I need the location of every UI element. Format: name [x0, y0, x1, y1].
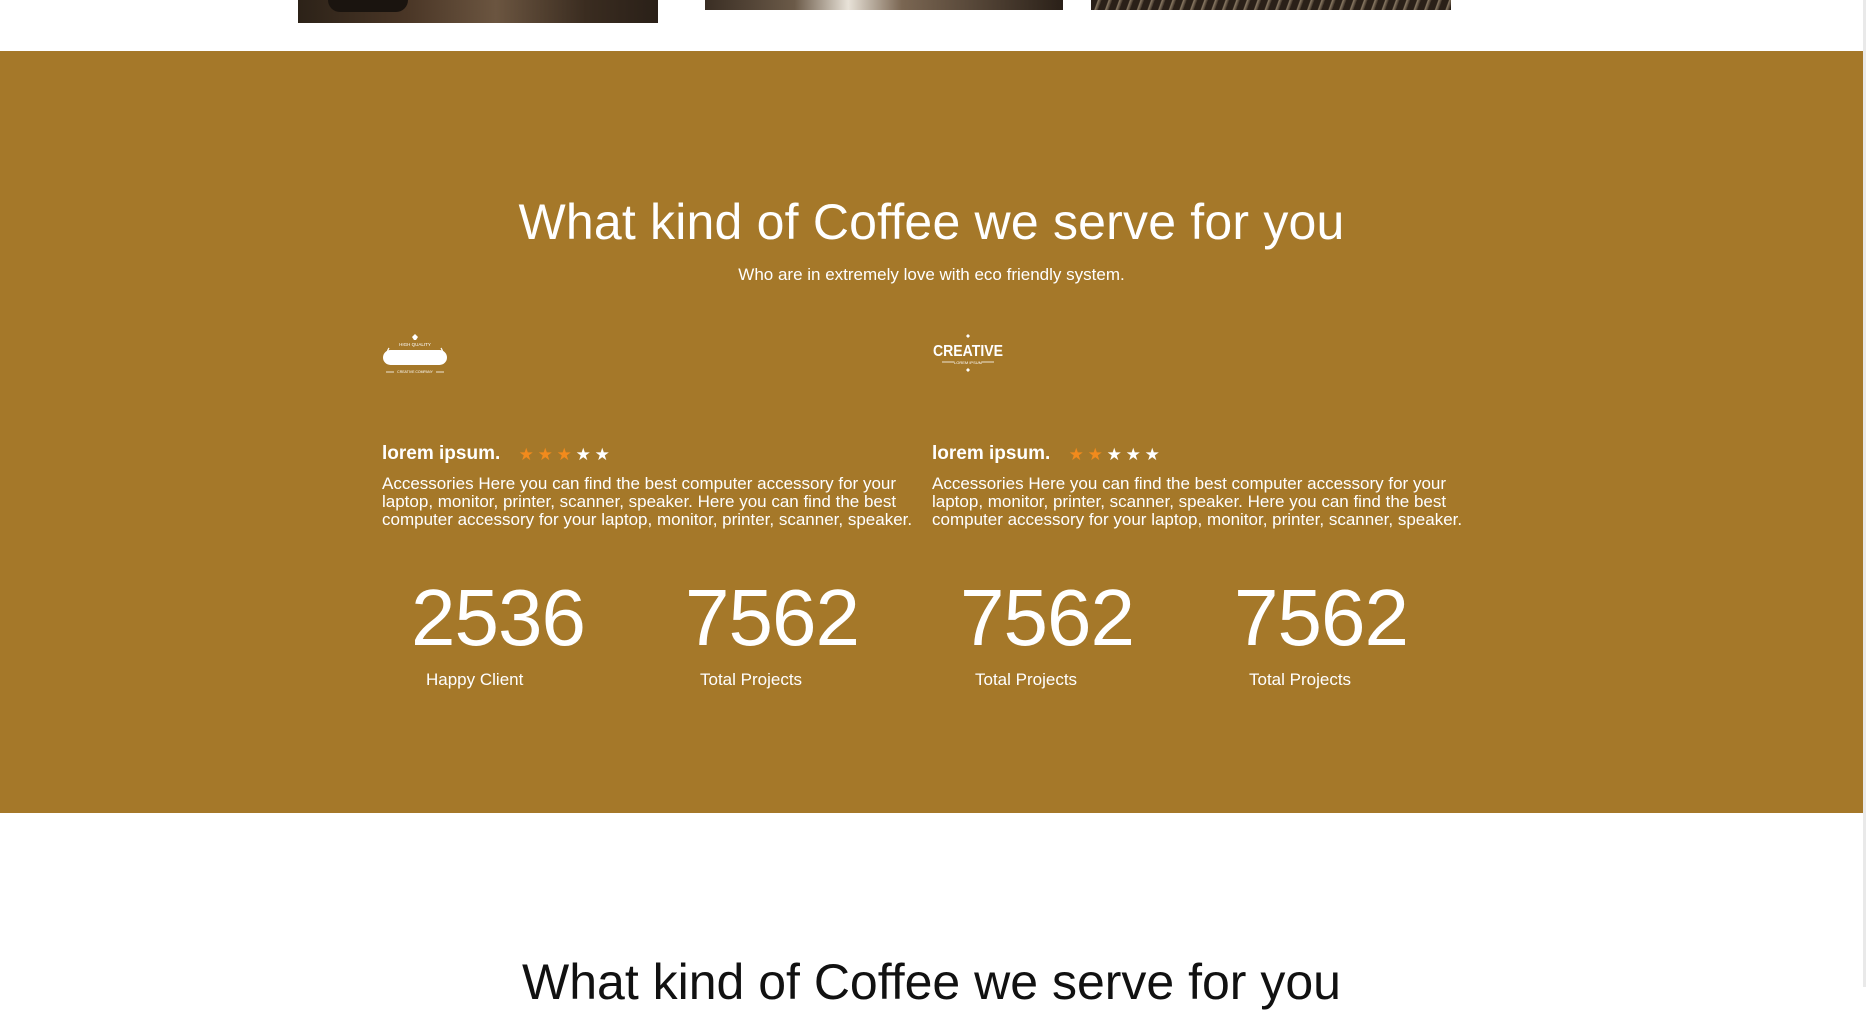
star-icon: ★	[575, 444, 591, 464]
stat-value: 2536	[411, 573, 586, 662]
star-icon: ★	[518, 444, 534, 464]
star-icon: ★	[594, 444, 610, 464]
star-icon: ★	[556, 444, 572, 464]
testimonial-text: Accessories Here you can find the best c…	[932, 474, 1463, 529]
stat-value: 7562	[960, 573, 1135, 662]
stat-value: 7562	[685, 573, 860, 662]
star-rating: ★ ★ ★ ★ ★	[1068, 446, 1160, 463]
svg-text:LOREM IPSUM: LOREM IPSUM	[954, 360, 982, 365]
gallery-image-coffee-beans[interactable]	[298, 0, 658, 23]
testimonial-card: HIGH QUALITY CREATIVE COMPANY lorem ipsu…	[382, 329, 932, 529]
svg-text:HIGH QUALITY: HIGH QUALITY	[399, 342, 431, 347]
svg-text:CREATIVE COMPANY: CREATIVE COMPANY	[397, 370, 433, 374]
testimonial-name: lorem ipsum.	[932, 443, 1051, 464]
stat-counter: 7562 Total Projects	[1234, 578, 1464, 690]
testimonial-text: Accessories Here you can find the best c…	[382, 474, 913, 529]
stat-label: Happy Client	[426, 670, 524, 689]
stat-label: Total Projects	[700, 670, 803, 689]
stat-counter: 2536 Happy Client	[411, 578, 641, 690]
star-icon: ★	[1068, 444, 1084, 464]
star-icon: ★	[1125, 444, 1141, 464]
stat-counter: 7562 Total Projects	[960, 578, 1190, 690]
star-rating: ★ ★ ★ ★ ★	[518, 446, 610, 463]
testimonial-header: lorem ipsum. ★ ★ ★ ★ ★	[382, 443, 610, 465]
gallery-image-coffee-texture[interactable]	[1091, 0, 1451, 10]
testimonial-name: lorem ipsum.	[382, 443, 501, 464]
section-subtitle: Who are in extremely love with eco frien…	[738, 265, 1125, 284]
stat-counter: 7562 Total Projects	[685, 578, 915, 690]
creative-logo: CREATIVE LOREM IPSUM	[933, 334, 1003, 372]
gallery-image-coffee-cup[interactable]	[705, 0, 1063, 10]
star-icon: ★	[1144, 444, 1160, 464]
testimonial-card: CREATIVE LOREM IPSUM lorem ipsum. ★ ★ ★ ★ ★ …	[932, 329, 1482, 529]
stat-label: Total Projects	[1249, 670, 1352, 689]
stat-label: Total Projects	[975, 670, 1078, 689]
star-icon: ★	[537, 444, 553, 464]
stat-value: 7562	[1234, 573, 1409, 662]
lower-section-title: What kind of Coffee we serve for you	[522, 954, 1341, 1010]
svg-text:CREATIVE: CREATIVE	[933, 343, 1003, 360]
coffee-section: What kind of Coffee we serve for you Who…	[0, 51, 1863, 813]
gallery-strip	[0, 0, 1866, 51]
star-icon: ★	[1087, 444, 1103, 464]
testimonial-header: lorem ipsum. ★ ★ ★ ★ ★	[932, 443, 1160, 465]
star-icon: ★	[1106, 444, 1122, 464]
section-title: What kind of Coffee we serve for you	[518, 194, 1345, 250]
high-quality-badge-logo: HIGH QUALITY CREATIVE COMPANY	[383, 334, 447, 374]
